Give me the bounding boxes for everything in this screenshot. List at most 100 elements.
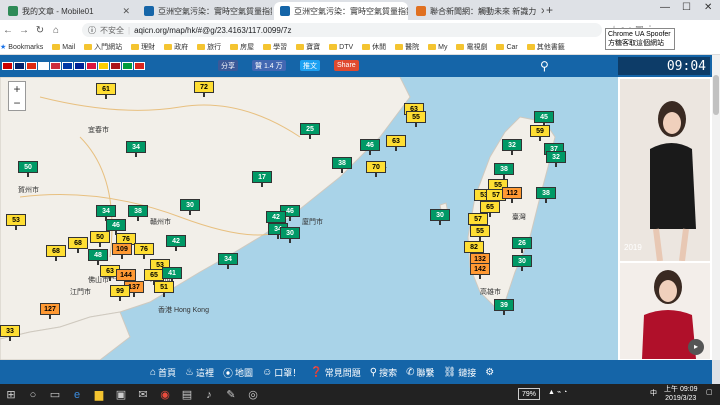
aqi-marker[interactable]: 26 xyxy=(512,237,532,253)
url-field[interactable]: ⓘ 不安全 | aqicn.org/map/hk/#@g/23.4163/117… xyxy=(82,23,602,37)
page-scrollbar[interactable] xyxy=(712,55,720,360)
bookmarks-star[interactable]: ★ Bookmarks xyxy=(0,43,43,52)
aqi-marker[interactable]: 30 xyxy=(180,199,200,215)
aqi-marker[interactable]: 68 xyxy=(46,245,66,261)
aqi-marker[interactable]: 41 xyxy=(162,267,182,283)
aqi-marker[interactable]: 34 xyxy=(126,141,146,157)
aqi-marker[interactable]: 65 xyxy=(480,201,500,217)
explorer-icon[interactable]: ▆ xyxy=(88,384,110,405)
nav-item[interactable]: ⚙ xyxy=(485,367,496,378)
home-icon[interactable]: ⌂ xyxy=(48,25,64,36)
aqi-marker[interactable]: 25 xyxy=(300,123,320,139)
nav-item[interactable]: ❓ 常見問題 xyxy=(310,366,360,379)
aqi-marker[interactable]: 57 xyxy=(468,213,488,229)
flag-icon[interactable] xyxy=(26,62,37,70)
bookmark-folder[interactable]: 醫院 xyxy=(395,42,419,52)
aqi-marker[interactable]: 72 xyxy=(194,81,214,97)
aqi-marker[interactable]: 50 xyxy=(18,161,38,177)
aqi-marker[interactable]: 59 xyxy=(530,125,550,141)
flag-icon[interactable] xyxy=(62,62,73,70)
aqi-marker[interactable]: 30 xyxy=(512,255,532,271)
aqi-marker[interactable]: 17 xyxy=(252,171,272,187)
aqi-marker[interactable]: 42 xyxy=(266,211,286,227)
bookmark-folder[interactable]: My xyxy=(428,44,447,51)
aqi-marker[interactable]: 99 xyxy=(110,285,130,301)
bookmark-folder[interactable]: 休閒 xyxy=(362,42,386,52)
aqi-marker[interactable]: 76 xyxy=(134,243,154,259)
edge-icon[interactable]: e xyxy=(66,384,88,405)
aqi-marker[interactable]: 38 xyxy=(494,163,514,179)
aqi-marker[interactable]: 39 xyxy=(494,299,514,315)
aqi-marker[interactable]: 38 xyxy=(332,157,352,173)
share2-button[interactable]: Share xyxy=(334,60,359,71)
tab-aqi-2[interactable]: 亞洲空氣污染：實時空氣質量指數✕ xyxy=(274,2,408,20)
flag-icon[interactable] xyxy=(134,62,145,70)
bookmark-folder[interactable]: Mail xyxy=(52,44,75,51)
aqi-marker[interactable]: 30 xyxy=(430,209,450,225)
aqi-marker[interactable]: 63 xyxy=(386,135,406,151)
system-clock[interactable]: 上午 09:09 2019/3/23 xyxy=(664,385,697,403)
forward-icon[interactable]: → xyxy=(16,25,32,36)
tab-udn[interactable]: 聯合新聞網：觸動未來 新識力✕ xyxy=(410,2,544,20)
like-button[interactable]: 贊 1.4 万 xyxy=(252,60,286,71)
notification-icon[interactable]: ▢ xyxy=(706,388,713,396)
bookmark-folder[interactable]: DTV xyxy=(329,44,353,51)
bookmark-folder[interactable]: 其他書籤 xyxy=(526,42,565,52)
aqi-marker[interactable]: 50 xyxy=(90,231,110,247)
reload-icon[interactable]: ↻ xyxy=(32,25,48,36)
bookmark-folder[interactable]: 入門網站 xyxy=(84,42,122,52)
bookmark-folder[interactable]: 旅行 xyxy=(197,42,221,52)
aqi-marker[interactable]: 48 xyxy=(88,249,108,265)
nav-item[interactable]: ⚲ 搜索 xyxy=(370,366,397,379)
nav-item[interactable]: ☺ 口罩！ xyxy=(262,366,301,379)
bookmark-folder[interactable]: Car xyxy=(496,44,518,51)
bookmark-folder[interactable]: 理財 xyxy=(131,42,155,52)
aqi-marker[interactable]: 42 xyxy=(166,235,186,251)
aqi-marker[interactable]: 32 xyxy=(502,139,522,155)
start-icon[interactable]: ⊞ xyxy=(0,384,22,405)
aqi-marker[interactable]: 82 xyxy=(464,241,484,257)
nav-item[interactable]: ⌂ 首頁 xyxy=(150,366,176,379)
nav-item[interactable]: ⛓ 鏈接 xyxy=(444,366,477,379)
store-icon[interactable]: ▣ xyxy=(110,384,132,405)
aqi-marker[interactable]: 51 xyxy=(154,281,174,297)
nav-item[interactable]: ⦿ 地圖 xyxy=(223,365,253,380)
aqi-marker[interactable]: 70 xyxy=(366,161,386,177)
zoom-control[interactable]: + − xyxy=(8,81,26,111)
aqi-marker[interactable]: 55 xyxy=(406,111,426,127)
flag-icon[interactable] xyxy=(74,62,85,70)
chrome-icon[interactable]: ◉ xyxy=(154,384,176,405)
flag-icon[interactable] xyxy=(122,62,133,70)
aqi-marker[interactable]: 34 xyxy=(96,205,116,221)
aqi-marker[interactable]: 68 xyxy=(68,237,88,253)
app-icon[interactable]: ♪ xyxy=(198,384,220,405)
aqi-marker[interactable]: 46 xyxy=(106,219,126,235)
aqi-marker[interactable]: 33 xyxy=(0,325,20,341)
bookmark-folder[interactable]: 電視劇 xyxy=(456,42,487,52)
search-icon[interactable]: ⚲ xyxy=(540,59,549,73)
maximize-button[interactable]: ☐ xyxy=(682,2,691,13)
flag-icon[interactable] xyxy=(50,62,61,70)
aqi-marker[interactable]: 112 xyxy=(502,187,522,203)
aqi-marker[interactable]: 46 xyxy=(360,139,380,155)
bookmark-folder[interactable]: 房屋 xyxy=(230,42,254,52)
tweet-button[interactable]: 推文 xyxy=(300,60,320,71)
close-window-button[interactable]: ✕ xyxy=(704,2,712,13)
aqi-marker[interactable]: 127 xyxy=(40,303,60,319)
aqi-marker[interactable]: 109 xyxy=(112,243,132,259)
back-icon[interactable]: ← xyxy=(0,25,16,36)
task-view-icon[interactable]: ▭ xyxy=(44,384,66,405)
flag-icon[interactable] xyxy=(110,62,121,70)
close-icon[interactable]: ✕ xyxy=(122,6,130,17)
search-icon[interactable]: ○ xyxy=(22,384,44,405)
new-tab-button[interactable]: + xyxy=(546,3,553,17)
aqi-marker[interactable]: 142 xyxy=(470,263,490,279)
close-icon[interactable]: ✕ xyxy=(540,6,544,17)
app-icon[interactable]: ◎ xyxy=(242,384,264,405)
battery-indicator[interactable]: 79% xyxy=(518,388,540,400)
aqi-marker[interactable]: 34 xyxy=(218,253,238,269)
app-icon[interactable]: ✎ xyxy=(220,384,242,405)
bookmark-folder[interactable]: 寶寶 xyxy=(296,42,320,52)
advertisement-panel[interactable]: 2019 ▸ xyxy=(618,77,712,360)
flag-icon[interactable] xyxy=(98,62,109,70)
